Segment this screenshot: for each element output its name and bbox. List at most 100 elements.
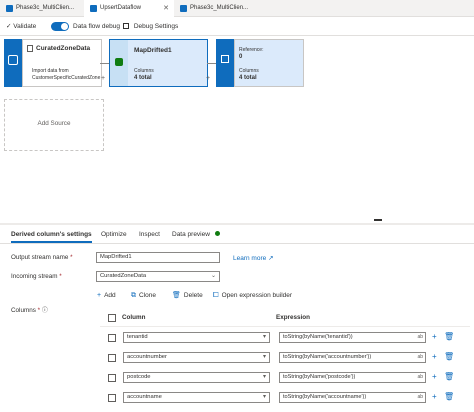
- delete-button[interactable]: 🗑 Delete: [172, 290, 203, 301]
- expression-badge-icon: ab: [417, 334, 423, 340]
- column-value: accountnumber: [127, 354, 167, 360]
- add-transform-icon[interactable]: +: [101, 75, 105, 82]
- expression-value: toString(byName('accountnumber')): [283, 354, 372, 360]
- expression-value: toString(byName('accountname')): [283, 394, 367, 400]
- source-node-title: CuratedZoneData: [36, 45, 91, 52]
- tab-derived-column-settings[interactable]: Derived column's settings: [11, 226, 92, 243]
- info-icon: ⓘ: [41, 308, 48, 314]
- row-checkbox[interactable]: [108, 334, 116, 342]
- add-transform-icon[interactable]: +: [206, 75, 210, 82]
- column-value: tenantid: [127, 334, 148, 340]
- open-expression-builder-button[interactable]: ⧠ Open expression builder: [213, 290, 292, 301]
- open-builder-label: Open expression builder: [221, 292, 293, 299]
- tab-label: Phase3c_MultiClien...: [16, 5, 75, 11]
- incoming-stream-dropdown[interactable]: CuratedZoneData ⌄: [96, 271, 220, 282]
- expression-badge-icon: ab: [417, 394, 423, 400]
- tab-data-preview-label: Data preview: [172, 231, 210, 238]
- settings-tabs: Derived column's settings Optimize Inspe…: [0, 226, 474, 244]
- expression-input[interactable]: toString(byName('postcode')) ab: [279, 372, 426, 383]
- select-all-checkbox[interactable]: [108, 314, 116, 322]
- tab-inspect[interactable]: Inspect: [139, 226, 160, 243]
- delete-row-icon[interactable]: 🗑: [444, 332, 454, 341]
- source-node-desc: CustomerSpecificCuratedZone: [32, 75, 101, 81]
- debug-toggle[interactable]: [51, 22, 69, 31]
- expression-input[interactable]: toString(byName('accountname')) ab: [279, 392, 426, 403]
- source-icon: [8, 55, 18, 65]
- dataflow-icon: [90, 5, 97, 12]
- debug-settings-button[interactable]: Debug Settings: [123, 18, 178, 36]
- sink-node[interactable]: Reference: 0 Columns 4 total: [234, 39, 304, 87]
- expression-builder-icon: ⧠: [213, 292, 219, 299]
- debug-settings-label: Debug Settings: [133, 23, 179, 30]
- panel-splitter[interactable]: [0, 223, 474, 225]
- column-value: accountname: [127, 394, 162, 400]
- tab-label: UpsertDataflow: [100, 5, 142, 11]
- sink-icon: [221, 55, 229, 63]
- expression-input[interactable]: toString(byName('tenantid')) ab: [279, 332, 426, 343]
- debug-label: Data flow debug: [73, 23, 120, 30]
- add-row-icon[interactable]: +: [432, 332, 437, 341]
- pipeline-icon: [180, 5, 187, 12]
- clone-icon: ⧉: [131, 292, 136, 299]
- sink-ref-label: Reference:: [239, 47, 264, 53]
- expression-header: Expression: [276, 314, 310, 321]
- chevron-down-icon: ▾: [262, 374, 266, 380]
- column-dropdown[interactable]: accountnumber ▾: [123, 352, 270, 363]
- row-checkbox[interactable]: [108, 374, 116, 382]
- learn-more-label: Learn more: [233, 255, 267, 262]
- dataflow-canvas[interactable]: CuratedZoneData Import data from Custome…: [0, 37, 474, 223]
- source-node-desc: Import data from: [32, 68, 69, 74]
- tab-data-preview[interactable]: Data preview: [172, 226, 220, 243]
- tab-pipeline-2[interactable]: Phase3c_MultiClien...: [174, 0, 258, 17]
- source-node[interactable]: CuratedZoneData Import data from Custome…: [22, 39, 102, 87]
- validate-button[interactable]: ✓ Validate: [6, 18, 36, 36]
- close-icon[interactable]: ✕: [163, 0, 169, 17]
- external-link-icon: ↗: [268, 255, 274, 262]
- derived-node[interactable]: MapDrifted1 Columns 4 total: [109, 39, 208, 87]
- plus-icon: +: [97, 292, 102, 299]
- status-dot-icon: [214, 231, 220, 236]
- add-button[interactable]: + Add: [97, 290, 116, 301]
- expression-input[interactable]: toString(byName('accountnumber')) ab: [279, 352, 426, 363]
- dataset-icon: [27, 45, 33, 52]
- columns-label: Columns * ⓘ: [11, 307, 48, 314]
- chevron-down-icon: ▾: [262, 394, 266, 400]
- column-dropdown[interactable]: accountname ▾: [123, 392, 270, 403]
- add-row-icon[interactable]: +: [432, 392, 437, 401]
- learn-more-link[interactable]: Learn more ↗: [233, 254, 274, 262]
- delete-row-icon[interactable]: 🗑: [444, 392, 454, 401]
- expression-value: toString(byName('tenantid')): [283, 334, 353, 340]
- clone-button[interactable]: ⧉ Clone: [131, 290, 156, 301]
- add-source-button[interactable]: Add Source: [4, 99, 104, 151]
- sink-columns-label: Columns: [239, 68, 259, 74]
- column-dropdown[interactable]: postcode ▾: [123, 372, 270, 383]
- chevron-down-icon: ▾: [262, 334, 266, 340]
- settings-icon: [123, 23, 129, 29]
- chevron-down-icon: ⌄: [210, 273, 216, 279]
- toolbar: ✓ Validate Data flow debug Debug Setting…: [0, 18, 474, 36]
- tab-bar: Phase3c_MultiClien... UpsertDataflow ✕ P…: [0, 0, 474, 18]
- row-checkbox[interactable]: [108, 354, 116, 362]
- tab-pipeline-1[interactable]: Phase3c_MultiClien...: [0, 0, 84, 17]
- tab-optimize[interactable]: Optimize: [101, 226, 127, 243]
- output-stream-input[interactable]: MapDrifted1: [96, 252, 220, 263]
- checkmark-icon: ✓: [6, 23, 12, 30]
- column-dropdown[interactable]: tenantid ▾: [123, 332, 270, 343]
- sink-columns-value: 4 total: [239, 75, 257, 81]
- derived-node-title: MapDrifted1: [134, 47, 172, 54]
- delete-row-icon[interactable]: 🗑: [444, 372, 454, 381]
- add-row-icon[interactable]: +: [432, 372, 437, 381]
- add-label: Add: [104, 292, 116, 299]
- row-checkbox[interactable]: [108, 394, 116, 402]
- delete-row-icon[interactable]: 🗑: [444, 352, 454, 361]
- add-row-icon[interactable]: +: [432, 352, 437, 361]
- derived-node-columns-label: Columns: [134, 68, 154, 74]
- tab-upsert-dataflow[interactable]: UpsertDataflow ✕: [84, 0, 174, 18]
- header-divider: [100, 326, 470, 327]
- incoming-stream-label: Incoming stream *: [11, 273, 62, 280]
- sink-node-side: [216, 39, 234, 87]
- collapse-handle-icon[interactable]: [374, 219, 382, 221]
- validate-label: Validate: [13, 23, 37, 30]
- pipeline-icon: [6, 5, 13, 12]
- incoming-stream-value: CuratedZoneData: [100, 273, 147, 279]
